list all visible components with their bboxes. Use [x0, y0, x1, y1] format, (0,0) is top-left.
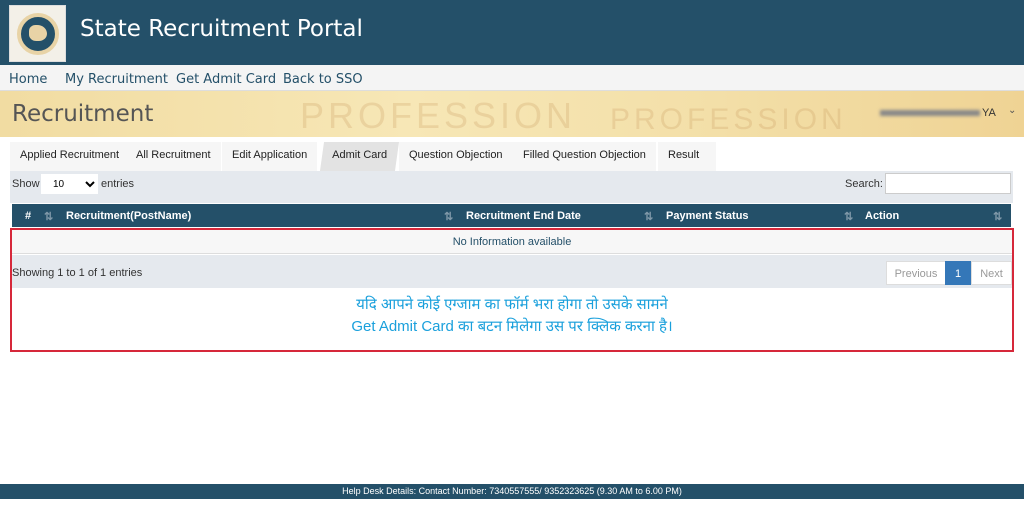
col-payment-status[interactable]: Payment Status: [666, 210, 749, 222]
logo: [9, 5, 66, 62]
search-label: Search:: [845, 178, 883, 190]
tab-question-objection[interactable]: Question Objection: [399, 142, 513, 171]
tab-all-recruitment[interactable]: All Recruitment: [126, 142, 221, 171]
col-end-date[interactable]: Recruitment End Date: [466, 210, 581, 222]
banner-watermark: PROFESSION: [610, 103, 847, 136]
search-input[interactable]: [885, 173, 1011, 194]
sort-icon[interactable]: ⇅: [644, 210, 653, 223]
sort-icon[interactable]: ⇅: [844, 210, 853, 223]
app-title: State Recruitment Portal: [80, 16, 363, 42]
table-info: Showing 1 to 1 of 1 entries: [12, 267, 143, 279]
table-header: # ⇅ Recruitment(PostName) ⇅ Recruitment …: [12, 204, 1011, 227]
tab-result[interactable]: Result: [658, 142, 716, 171]
instruction-note: यदि आपने कोई एग्जाम का फॉर्म भरा होगा तो…: [12, 294, 1012, 338]
nav-my-recruitment[interactable]: My Recruitment: [65, 72, 168, 87]
sort-icon[interactable]: ⇅: [444, 210, 453, 223]
tab-filled-question-objection[interactable]: Filled Question Objection: [513, 142, 656, 171]
next-button[interactable]: Next: [971, 261, 1012, 285]
sort-icon[interactable]: ⇅: [993, 210, 1002, 223]
highlight-box: No Information available Showing 1 to 1 …: [10, 228, 1014, 352]
entries-select[interactable]: 10: [41, 174, 98, 194]
helpdesk-footer: Help Desk Details: Contact Number: 73405…: [0, 484, 1024, 499]
note-line-2: Get Admit Card का बटन मिलेगा उस पर क्लिक…: [351, 318, 673, 335]
nav-get-admit-card[interactable]: Get Admit Card: [176, 72, 276, 87]
tab-edit-application[interactable]: Edit Application: [222, 142, 318, 171]
chevron-down-icon[interactable]: ⌄: [1008, 105, 1016, 116]
tab-bar: Applied Recruitment All Recruitment Edit…: [10, 142, 720, 171]
tab-applied-recruitment[interactable]: Applied Recruitment: [10, 142, 130, 171]
banner-watermark: PROFESSION: [300, 95, 577, 136]
col-index[interactable]: #: [25, 210, 31, 222]
nav-back-to-sso[interactable]: Back to SSO: [283, 72, 363, 87]
note-line-1: यदि आपने कोई एग्जाम का फॉर्म भरा होगा तो…: [356, 296, 668, 313]
col-action[interactable]: Action: [865, 210, 899, 222]
header: State Recruitment Portal: [0, 0, 1024, 65]
show-label: Show: [12, 178, 40, 190]
username: YA: [982, 107, 996, 119]
page-1-button[interactable]: 1: [945, 261, 971, 285]
table-footer: Showing 1 to 1 of 1 entries Previous 1 N…: [12, 255, 1012, 288]
page-title: Recruitment: [12, 101, 154, 127]
col-recruitment[interactable]: Recruitment(PostName): [66, 210, 191, 222]
tab-admit-card[interactable]: Admit Card: [319, 142, 400, 171]
entries-label: entries: [101, 178, 135, 190]
blurred-username: [880, 110, 980, 117]
empty-row: No Information available: [12, 230, 1012, 254]
previous-button[interactable]: Previous: [886, 261, 946, 285]
nav-home[interactable]: Home: [9, 72, 47, 87]
top-nav: Home My Recruitment Get Admit Card Back …: [0, 65, 1024, 91]
seal-icon: [16, 12, 59, 55]
user-menu[interactable]: YA: [880, 107, 996, 119]
sort-icon[interactable]: ⇅: [44, 210, 53, 223]
banner: PROFESSION PROFESSION Recruitment YA ⌄: [0, 91, 1024, 137]
